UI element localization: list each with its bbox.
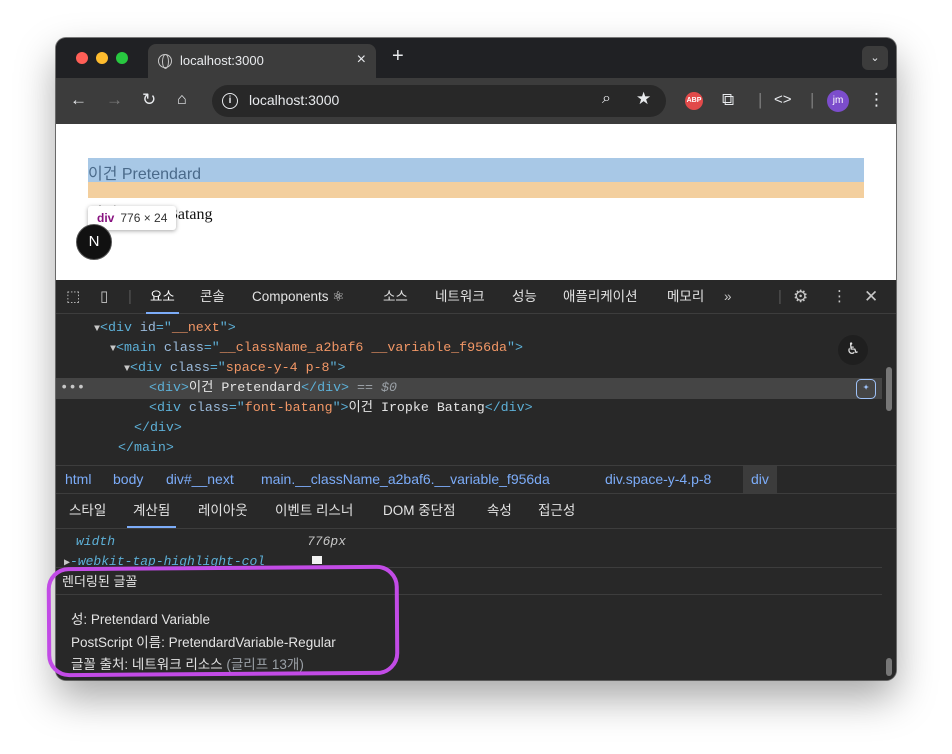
dom-node-batang-div[interactable]: <div class="font-batang">이건 Iropke Batan… (149, 398, 533, 418)
adblock-extension-icon[interactable]: ABP (685, 92, 703, 110)
tab-layout[interactable]: 레이아웃 (198, 494, 248, 528)
inspect-content-highlight (88, 158, 864, 182)
tab-title: localhost:3000 (180, 53, 264, 68)
inspect-margin-highlight (88, 182, 864, 198)
profile-avatar[interactable]: jm (827, 90, 849, 112)
breadcrumb-div-current[interactable]: div (743, 466, 777, 493)
globe-icon (158, 54, 172, 69)
inspect-element-icon[interactable]: ⬚ (66, 288, 80, 306)
breadcrumb-div-space[interactable]: div.space-y-4.p-8 (605, 466, 711, 493)
address-bar-url[interactable]: localhost:3000 (249, 92, 339, 108)
zoom-icon[interactable]: ⌕ (602, 90, 611, 108)
home-icon[interactable]: ⌂ (177, 90, 187, 110)
computed-prop-width-name[interactable]: width (76, 534, 115, 549)
tab-properties[interactable]: 속성 (487, 494, 512, 528)
breadcrumb-body[interactable]: body (113, 466, 143, 493)
settings-gear-icon[interactable]: ⚙ (793, 288, 808, 306)
tab-network[interactable]: 네트워크 (435, 280, 485, 314)
node-actions-ellipsis-icon[interactable]: ••• (60, 379, 85, 397)
nextjs-dev-badge[interactable]: N (76, 224, 112, 260)
elements-scrollbar[interactable] (886, 367, 892, 411)
kebab-menu-icon[interactable]: ⋮ (868, 90, 885, 110)
computed-scrollbar[interactable] (886, 658, 892, 676)
sidebar-tab-bar: 스타일 계산됨 레이아웃 이벤트 리스너 DOM 중단점 속성 접근성 (56, 494, 896, 529)
breadcrumb-main[interactable]: main.__className_a2baf6.__variable_f956d… (261, 466, 550, 493)
close-devtools-icon[interactable]: ✕ (864, 288, 878, 306)
reload-icon[interactable]: ↻ (142, 90, 156, 110)
close-window-button[interactable] (76, 52, 88, 64)
address-bar[interactable]: i localhost:3000 ⌕ ★ (212, 85, 666, 117)
browser-toolbar: ← → ↻ ⌂ i localhost:3000 ⌕ ★ ABP ⧉ | <> … (56, 78, 896, 124)
breadcrumb-html[interactable]: html (65, 466, 91, 493)
tab-memory[interactable]: 메모리 (667, 280, 704, 314)
dom-node-space-div[interactable]: ▼<div class="space-y-4 p-8"> (124, 358, 346, 378)
bookmark-star-icon[interactable]: ★ (636, 89, 651, 109)
tooltip-size: 776 × 24 (120, 211, 168, 225)
tooltip-tag: div (97, 211, 115, 225)
tab-computed[interactable]: 계산됨 (126, 494, 177, 528)
dom-node-next[interactable]: ▼<div id="__next"> (94, 318, 236, 338)
extensions-icon[interactable]: ⧉ (722, 90, 734, 110)
tab-strip: localhost:3000 × + ⌄ (56, 38, 896, 78)
dom-node-selected-div[interactable]: <div>이건 Pretendard</div> == $0 (149, 378, 397, 398)
elements-tree: ▼<div id="__next"> ▼<main class="__class… (56, 315, 896, 465)
tab-elements[interactable]: 요소 (146, 280, 179, 314)
minimize-window-button[interactable] (96, 52, 108, 64)
accessibility-tree-icon[interactable]: ♿ (838, 335, 868, 365)
forward-arrow-icon[interactable]: → (106, 90, 123, 110)
color-swatch (312, 556, 322, 564)
devtools-tab-bar: ⬚ ▯ | 요소 콘솔 Components ⚛ 소스 네트워크 성능 애플리케… (56, 280, 896, 314)
computed-prop-width-value: 776px (307, 534, 347, 549)
ai-assistance-icon[interactable]: ✦ (856, 379, 876, 399)
dom-close-main[interactable]: </main> (118, 438, 174, 458)
dom-node-main[interactable]: ▼<main class="__className_a2baf6 __varia… (110, 338, 523, 358)
tab-performance[interactable]: 성능 (512, 280, 537, 314)
tab-event-listeners[interactable]: 이벤트 리스너 (275, 494, 353, 528)
breadcrumb: html body div#__next main.__className_a2… (56, 465, 896, 494)
tab-application[interactable]: 애플리케이션 (563, 280, 638, 314)
tab-divider: | (778, 288, 782, 305)
pretendard-text: 이건 Pretendard (88, 166, 202, 183)
annotation-highlight-circle (46, 564, 400, 678)
toolbar-divider: | (758, 90, 763, 109)
back-arrow-icon[interactable]: ← (70, 90, 87, 110)
tab-console[interactable]: 콘솔 (200, 280, 225, 314)
tab-search-button[interactable]: ⌄ (862, 46, 888, 70)
new-tab-button[interactable]: + (392, 45, 404, 68)
maximize-window-button[interactable] (116, 52, 128, 64)
tab-components[interactable]: Components ⚛ (252, 280, 344, 314)
dom-close-div[interactable]: </div> (134, 418, 182, 438)
devtools-code-icon[interactable]: <> (774, 90, 792, 110)
page-viewport: 이건 Pretendard 이건 Iropke Batang div776 × … (56, 124, 896, 280)
tab-divider: | (128, 288, 132, 305)
browser-tab[interactable]: localhost:3000 × (148, 44, 376, 78)
tab-accessibility[interactable]: 접근성 (538, 494, 575, 528)
tab-styles[interactable]: 스타일 (69, 494, 106, 528)
site-info-icon[interactable]: i (222, 93, 238, 109)
toolbar-divider: | (810, 90, 815, 109)
tab-dom-breakpoints[interactable]: DOM 중단점 (383, 494, 456, 528)
computed-prop-tap-highlight[interactable]: ▶-webkit-tap-highlight-col (64, 554, 265, 566)
tab-sources[interactable]: 소스 (383, 280, 408, 314)
devtools-menu-icon[interactable]: ⋮ (832, 288, 847, 306)
device-toolbar-icon[interactable]: ▯ (100, 288, 108, 306)
more-tabs-chevron-icon[interactable]: » (724, 280, 732, 314)
breadcrumb-div-next[interactable]: div#__next (166, 466, 234, 493)
tab-close-button[interactable]: × (357, 51, 366, 69)
